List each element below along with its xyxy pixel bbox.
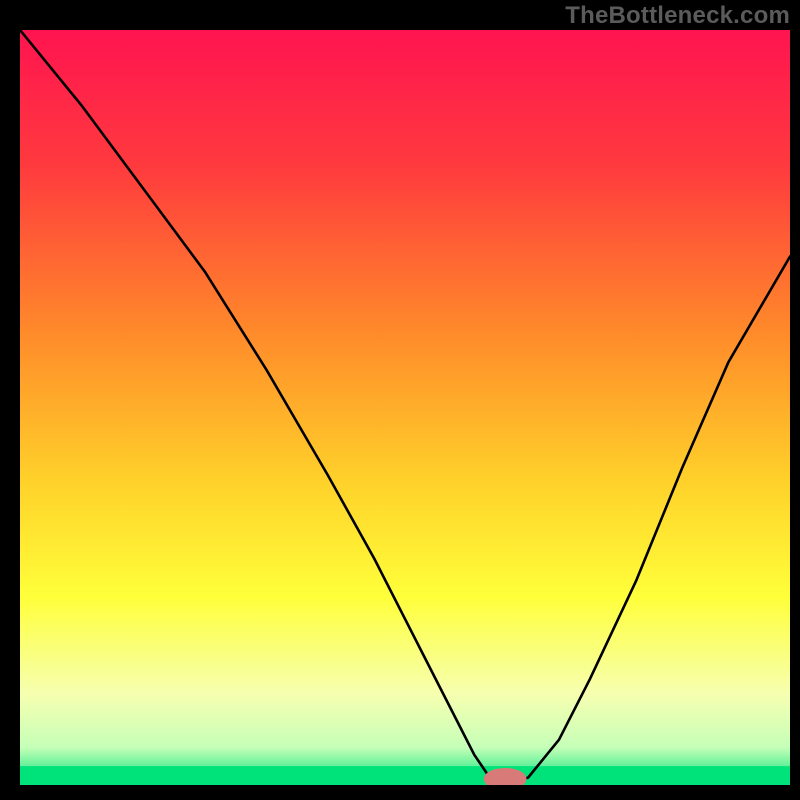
green-band (20, 766, 790, 785)
plot-area (20, 30, 790, 785)
chart-frame: TheBottleneck.com (0, 0, 800, 800)
chart-svg (20, 30, 790, 785)
gradient-background (20, 30, 790, 785)
watermark-text: TheBottleneck.com (565, 2, 790, 30)
